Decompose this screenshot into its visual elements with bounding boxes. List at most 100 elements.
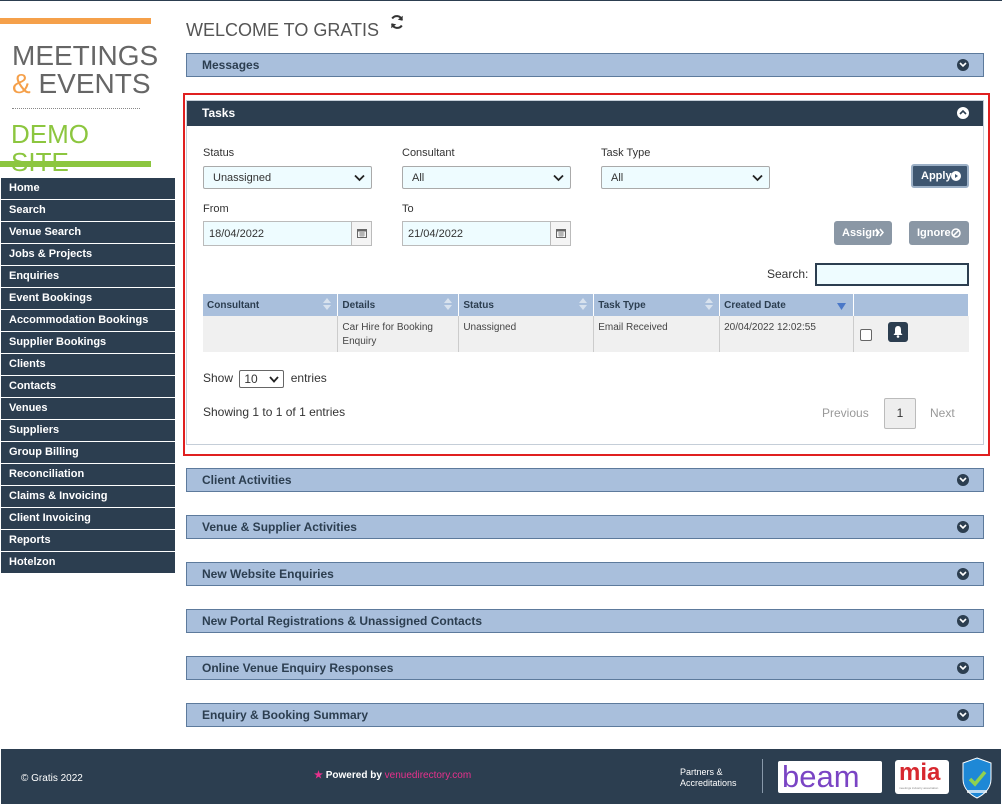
sidebar-item-claims-invoicing[interactable]: Claims & Invoicing	[1, 486, 175, 507]
logo-events-text: EVENTS	[30, 68, 151, 99]
panel-venue-supplier-activities[interactable]: Venue & Supplier Activities	[186, 515, 984, 539]
sidebar-item-reports[interactable]: Reports	[1, 530, 175, 551]
panel-new-website-enquiries[interactable]: New Website Enquiries	[186, 562, 984, 586]
mia-logo-sub: meetings industry association	[899, 786, 939, 790]
panel-tasks-header[interactable]: Tasks	[187, 101, 983, 126]
panel-enquiry-booking-summary[interactable]: Enquiry & Booking Summary	[186, 703, 984, 727]
from-date-input[interactable]: 18/04/2022	[203, 221, 372, 246]
expand-icon[interactable]	[957, 521, 969, 533]
sort-icon	[579, 298, 588, 310]
panel-messages-title: Messages	[202, 58, 260, 72]
certified-badge-icon[interactable]	[961, 757, 993, 799]
powered-by-brand: venuedirectory.com	[384, 770, 472, 781]
col-created-date[interactable]: Created Date	[719, 294, 855, 316]
sidebar-item-home[interactable]: Home	[1, 178, 175, 199]
logo-divider	[12, 108, 140, 109]
panel-online-venue-enquiry-responses[interactable]: Online Venue Enquiry Responses	[186, 656, 984, 680]
col-consultant[interactable]: Consultant	[203, 294, 339, 316]
sidebar-item-contacts[interactable]: Contacts	[1, 376, 175, 397]
pagination-page-1[interactable]: 1	[884, 398, 916, 429]
pagination-next[interactable]: Next	[930, 406, 955, 420]
expand-icon[interactable]	[957, 59, 969, 71]
col-details-label: Details	[342, 299, 376, 311]
panel-tasks: Tasks Status Unassigned Consultant All T…	[186, 100, 984, 445]
cell-details: Car Hire for Booking Enquiry	[337, 316, 460, 352]
expand-icon[interactable]	[957, 474, 969, 486]
ignore-button[interactable]: Ignore	[909, 221, 969, 245]
table-header-row: Consultant Details Status Task Type Crea…	[203, 294, 969, 316]
table-row[interactable]: Car Hire for Booking Enquiry Unassigned …	[203, 316, 969, 352]
search-label: Search:	[767, 267, 809, 281]
consultant-label: Consultant	[402, 147, 455, 159]
collapse-icon[interactable]	[957, 107, 969, 119]
sidebar-item-enquiries[interactable]: Enquiries	[1, 266, 175, 287]
sidebar-item-supplier-bookings[interactable]: Supplier Bookings	[1, 332, 175, 353]
bell-icon[interactable]	[888, 322, 909, 342]
sidebar-item-reconciliation[interactable]: Reconciliation	[1, 464, 175, 485]
mia-logo[interactable]: mia meetings industry association	[895, 759, 949, 794]
col-created-date-label: Created Date	[724, 299, 786, 311]
search-input[interactable]	[815, 263, 969, 286]
sidebar-nav: Home Search Venue Search Jobs & Projects…	[1, 178, 175, 574]
logo-orange-bar	[0, 18, 151, 24]
sidebar-item-client-invoicing[interactable]: Client Invoicing	[1, 508, 175, 529]
footer: © Gratis 2022 ★ Powered by venuedirector…	[1, 749, 1001, 804]
entries-per-page-select[interactable]: 10	[239, 370, 285, 388]
logo-green-bar	[0, 161, 151, 167]
pagination-previous[interactable]: Previous	[822, 406, 869, 420]
panel-client-activities[interactable]: Client Activities	[186, 468, 984, 492]
powered-by[interactable]: ★ Powered by venuedirectory.com	[314, 770, 471, 781]
calendar-icon[interactable]	[351, 222, 371, 245]
expand-icon[interactable]	[957, 709, 969, 721]
sidebar-item-venue-search[interactable]: Venue Search	[1, 222, 175, 243]
double-chevron-right-icon	[875, 228, 884, 237]
sidebar-item-suppliers[interactable]: Suppliers	[1, 420, 175, 441]
entries-label: entries	[290, 371, 327, 386]
expand-icon[interactable]	[957, 662, 969, 674]
consultant-select[interactable]: All	[402, 166, 571, 189]
refresh-icon[interactable]	[389, 14, 405, 30]
assign-button-label: Assign	[842, 227, 879, 239]
panel-new-portal-registrations[interactable]: New Portal Registrations & Unassigned Co…	[186, 609, 984, 633]
cell-consultant	[203, 316, 339, 352]
sidebar-item-jobs-projects[interactable]: Jobs & Projects	[1, 244, 175, 265]
status-label: Status	[203, 147, 235, 159]
partners-line2: Accreditations	[680, 778, 737, 788]
chevron-down-icon	[553, 174, 564, 182]
status-select[interactable]: Unassigned	[203, 166, 372, 189]
to-label: To	[402, 203, 414, 215]
from-label: From	[203, 203, 229, 215]
task-type-select-value: All	[611, 172, 624, 184]
assign-button[interactable]: Assign	[834, 221, 892, 245]
panel-new-portal-registrations-title: New Portal Registrations & Unassigned Co…	[202, 614, 483, 628]
from-date-value: 18/04/2022	[209, 228, 265, 240]
col-status[interactable]: Status	[458, 294, 595, 316]
expand-icon[interactable]	[957, 568, 969, 580]
panel-messages[interactable]: Messages	[186, 53, 984, 77]
sidebar-item-event-bookings[interactable]: Event Bookings	[1, 288, 175, 309]
panel-tasks-title: Tasks	[202, 106, 236, 120]
beam-logo[interactable]: beam	[778, 759, 882, 794]
entries-per-page-value: 10	[244, 372, 258, 386]
footer-separator	[762, 759, 763, 793]
task-type-select[interactable]: All	[601, 166, 770, 189]
sidebar-item-hotelzon[interactable]: Hotelzon	[1, 552, 175, 573]
sidebar-item-venues[interactable]: Venues	[1, 398, 175, 419]
col-details[interactable]: Details	[337, 294, 460, 316]
apply-button[interactable]: Apply	[911, 164, 969, 188]
calendar-icon[interactable]	[550, 222, 570, 245]
col-task-type[interactable]: Task Type	[593, 294, 721, 316]
sidebar-item-clients[interactable]: Clients	[1, 354, 175, 375]
panel-online-venue-enquiry-responses-title: Online Venue Enquiry Responses	[202, 661, 394, 675]
sidebar-item-group-billing[interactable]: Group Billing	[1, 442, 175, 463]
status-select-value: Unassigned	[213, 172, 272, 184]
page-title: WELCOME TO GRATIS	[186, 20, 380, 40]
powered-by-label: Powered by	[325, 770, 382, 781]
sidebar-item-accommodation-bookings[interactable]: Accommodation Bookings	[1, 310, 175, 331]
site-logo[interactable]: MEETINGS & EVENTS DEMO SITE	[0, 16, 158, 176]
show-entries: Show 10 entries	[203, 370, 327, 388]
to-date-input[interactable]: 21/04/2022	[402, 221, 571, 246]
row-checkbox[interactable]	[860, 329, 873, 341]
expand-icon[interactable]	[957, 615, 969, 627]
sidebar-item-search[interactable]: Search	[1, 200, 175, 221]
